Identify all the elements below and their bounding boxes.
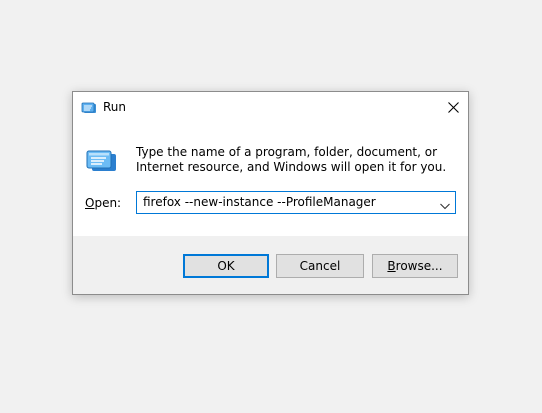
open-label: Open: — [85, 196, 121, 210]
browse-accelerator: B — [387, 259, 396, 273]
run-icon — [85, 148, 117, 174]
open-label-rest: pen: — [94, 196, 122, 210]
chevron-down-icon[interactable] — [439, 197, 451, 210]
close-icon — [447, 101, 459, 113]
browse-button[interactable]: Browse... — [372, 254, 458, 278]
title-bar: Run — [73, 92, 468, 122]
run-icon — [81, 100, 97, 114]
dialog-body: Type the name of a program, folder, docu… — [73, 122, 468, 236]
close-button[interactable] — [438, 92, 468, 122]
description-text: Type the name of a program, folder, docu… — [136, 145, 447, 174]
browse-label-rest: rowse... — [395, 259, 443, 273]
desktop: Run Type the name of a program, folder, … — [0, 0, 542, 413]
run-dialog: Run Type the name of a program, folder, … — [72, 91, 469, 295]
ok-button[interactable]: OK — [183, 254, 269, 278]
button-bar: OK Cancel Browse... — [73, 236, 468, 294]
window-title: Run — [103, 100, 127, 114]
open-combobox[interactable]: firefox --new-instance --ProfileManager — [136, 191, 456, 214]
open-input[interactable]: firefox --new-instance --ProfileManager — [143, 195, 376, 210]
cancel-button[interactable]: Cancel — [276, 254, 364, 278]
